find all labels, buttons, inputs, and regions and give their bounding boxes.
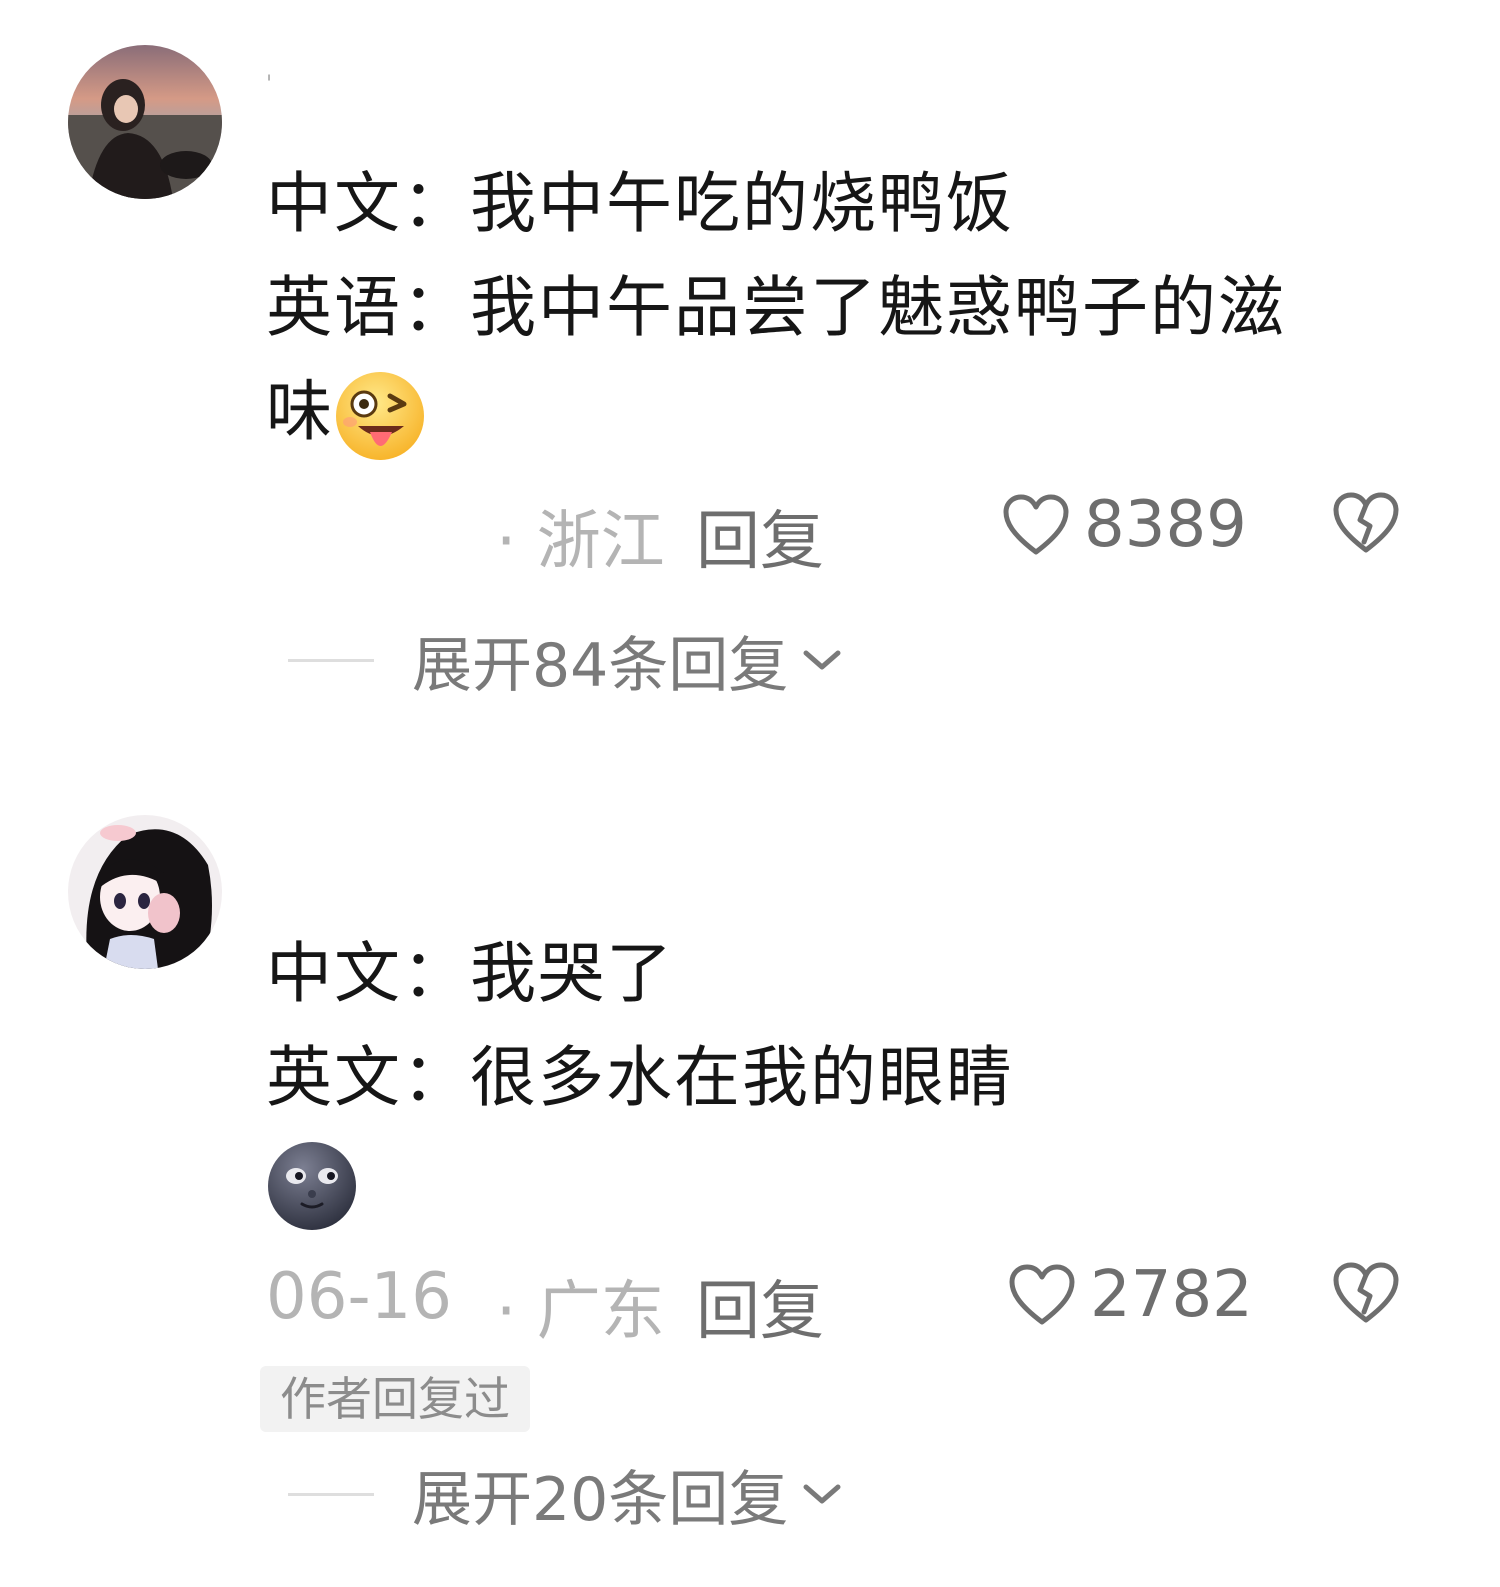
reply-button[interactable]: 回复 xyxy=(696,1260,824,1352)
author-replied-badge: 作者回复过 xyxy=(260,1366,530,1432)
broken-heart-icon xyxy=(1333,492,1399,553)
comment-text: 中文：我中午吃的烧鸭饭 英语：我中午品尝了魅惑鸭子的滋 味 xyxy=(266,152,1376,464)
comment-line-text: 味 xyxy=(266,373,334,450)
reply-button[interactable]: 回复 xyxy=(696,490,824,582)
expand-replies-button[interactable]: 展开84条回复 xyxy=(288,620,844,701)
broken-heart-icon xyxy=(1333,1262,1399,1323)
expand-replies-button[interactable]: 展开20条回复 xyxy=(288,1454,844,1535)
comment-date: 06-16 xyxy=(266,1260,452,1334)
avatar[interactable] xyxy=(68,815,222,969)
avatar[interactable] xyxy=(68,45,222,199)
expand-replies-label: 展开20条回复 xyxy=(412,1464,789,1535)
heart-outline-icon xyxy=(1003,494,1069,555)
username[interactable]: ' xyxy=(266,72,272,97)
chevron-down-icon xyxy=(803,1484,841,1504)
comment-meta: · 浙江 回复 8389 xyxy=(266,488,1416,579)
expand-replies-label: 展开84条回复 xyxy=(412,630,789,701)
comment-line: 英语：我中午品尝了魅惑鸭子的滋 xyxy=(266,269,1286,346)
like-button[interactable]: 8389 xyxy=(1002,488,1247,562)
comment-location: · 浙江 xyxy=(496,505,665,579)
comment-meta: 06-16 · 广东 回复 2782 xyxy=(266,1258,1416,1349)
comment-text: 中文：我哭了 英文：很多水在我的眼睛 xyxy=(266,922,1376,1234)
comment-line: 中文：我哭了 xyxy=(266,935,674,1012)
divider xyxy=(288,658,374,662)
comment-line: 味 xyxy=(266,360,1376,464)
avatar-photo xyxy=(68,45,222,199)
dislike-button[interactable] xyxy=(1332,1262,1400,1340)
comment-line: 英文：很多水在我的眼睛 xyxy=(266,1039,1014,1116)
like-count: 8389 xyxy=(1084,488,1247,562)
like-button[interactable]: 2782 xyxy=(1008,1258,1253,1332)
avatar-illustration xyxy=(68,815,222,969)
comment-line: 中文：我中午吃的烧鸭饭 xyxy=(266,165,1014,242)
like-count: 2782 xyxy=(1090,1258,1253,1332)
divider xyxy=(288,1492,374,1496)
chevron-down-icon xyxy=(803,650,841,670)
new-moon-face-icon xyxy=(268,1141,356,1230)
comment-line xyxy=(266,1130,1376,1234)
winking-face-with-tongue-icon xyxy=(336,371,424,460)
heart-outline-icon xyxy=(1009,1264,1075,1325)
dislike-button[interactable] xyxy=(1332,492,1400,570)
comment-location: · 广东 xyxy=(496,1275,665,1349)
